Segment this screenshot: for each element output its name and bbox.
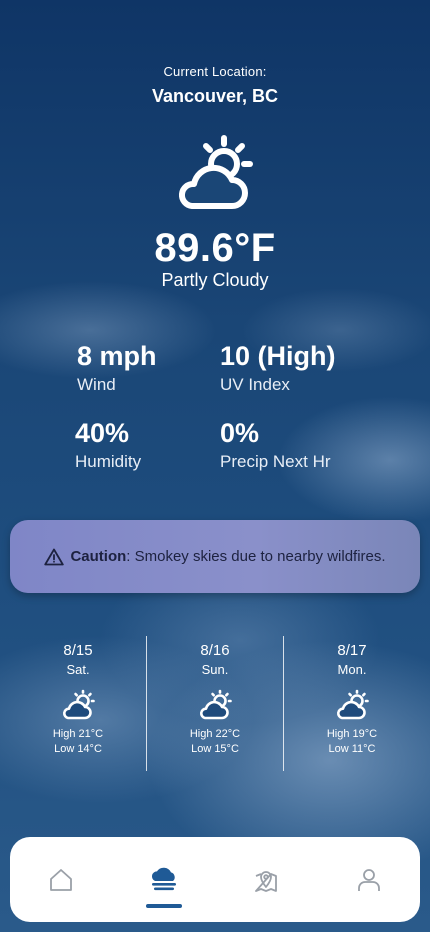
forecast-date: 8/15 [63, 642, 93, 659]
caution-alert-banner[interactable]: Caution: Smokey skies due to nearby wild… [10, 520, 420, 593]
current-condition: Partly Cloudy [161, 270, 269, 290]
warning-triangle-icon [44, 548, 65, 565]
tab-home[interactable] [31, 850, 91, 910]
forecast-high: High 21°C [52, 728, 104, 740]
forecast-date: 8/16 [200, 642, 230, 659]
forecast-weekday: Sun. [201, 662, 229, 677]
stat-value: 8 mph [77, 341, 157, 371]
stat-humidity: 40% Humidity [75, 417, 141, 473]
current-temperature: 89.6°F [154, 226, 276, 270]
home-icon [50, 868, 73, 891]
forecast-weekday: Sat. [66, 662, 90, 677]
tab-weather[interactable] [134, 850, 194, 910]
active-tab-indicator [145, 903, 182, 908]
stat-wind: 8 mph Wind [77, 340, 157, 396]
location-label: Current Location: [163, 64, 267, 79]
partly-cloudy-icon [178, 135, 253, 209]
forecast-day[interactable]: 8/16 Sun. High 22°C Low 15°C [146, 636, 283, 771]
weather-icon [151, 867, 176, 890]
bottom-tab-bar [10, 837, 420, 922]
partly-cloudy-icon [62, 689, 95, 720]
alert-message: : Smokey skies due to nearby wildfires. [126, 548, 386, 565]
stat-uv-index: 10 (High) UV Index [220, 340, 336, 396]
forecast-high: High 22°C [189, 728, 241, 740]
alert-text: Caution: Smokey skies due to nearby wild… [70, 548, 385, 565]
person-icon [357, 868, 380, 891]
tab-profile[interactable] [339, 850, 399, 910]
stat-label: UV Index [220, 375, 290, 394]
location-city: Vancouver, BC [151, 86, 279, 106]
stat-label: Wind [77, 375, 116, 394]
alert-title: Caution [70, 548, 127, 565]
partly-cloudy-icon [336, 689, 369, 720]
stat-value: 40% [75, 418, 130, 448]
forecast-low: Low 11°C [328, 743, 376, 755]
forecast-low: Low 14°C [54, 743, 102, 755]
partly-cloudy-icon [199, 689, 232, 720]
stat-label: Precip Next Hr [220, 452, 331, 471]
stat-label: Humidity [75, 452, 142, 471]
forecast-list: 8/15 Sat. High 21°C Low 14°C 8/16 Sun. H… [10, 636, 420, 771]
weather-screen: Current Location: Vancouver, BC 89.6°F P… [0, 0, 430, 932]
stat-value: 10 (High) [220, 341, 336, 371]
map-pin-icon [255, 870, 278, 892]
tab-map[interactable] [236, 850, 296, 910]
forecast-day[interactable]: 8/15 Sat. High 21°C Low 14°C [10, 636, 146, 771]
forecast-high: High 19°C [326, 728, 378, 740]
stat-precip: 0% Precip Next Hr [220, 417, 331, 473]
forecast-day[interactable]: 8/17 Mon. High 19°C Low 11°C [283, 636, 420, 771]
forecast-weekday: Mon. [337, 662, 367, 677]
forecast-date: 8/17 [337, 642, 367, 659]
stat-value: 0% [220, 418, 260, 448]
forecast-low: Low 15°C [191, 743, 239, 755]
